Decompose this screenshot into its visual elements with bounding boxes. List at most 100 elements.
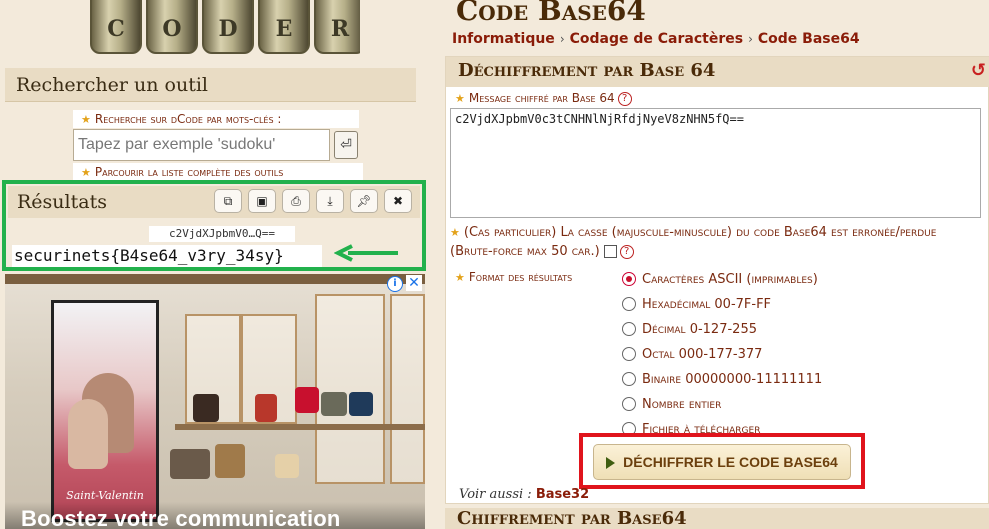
- ad-info-icon[interactable]: i: [387, 276, 403, 292]
- format-option-integer[interactable]: Nombre entier: [622, 393, 721, 415]
- poster-figure: [68, 399, 108, 469]
- shoe-display: [275, 454, 299, 478]
- see-also-link[interactable]: Base32: [536, 487, 589, 502]
- shelf: [175, 424, 425, 430]
- radio-button[interactable]: [622, 297, 636, 311]
- search-section-title: Rechercher un outil: [16, 74, 208, 96]
- format-option-label: Hexadécimal 00-7F-FF: [642, 296, 772, 312]
- format-option-label: Nombre entier: [642, 396, 722, 412]
- left-sidebar: C O D E R Rechercher un outil ★ Recherche…: [0, 0, 430, 529]
- logo-cylinder: D: [202, 0, 254, 54]
- case-option: ★ (Cas particulier) La casse (majuscule-m…: [450, 223, 980, 261]
- advertisement[interactable]: Saint-Valentin i ✕ Boostez votre communi…: [5, 274, 425, 529]
- decode-button-label: DÉCHIFFRER LE CODE BASE64: [623, 454, 838, 470]
- format-option-binary[interactable]: Binaire 00000000-11111111: [622, 368, 822, 390]
- browse-tools-link[interactable]: ★ Parcourir la liste complète des outils: [73, 163, 363, 181]
- breadcrumb-item[interactable]: Codage de Caractères: [570, 31, 743, 47]
- main-content: Code Base64 Informatique › Codage de Carac…: [440, 0, 989, 529]
- breadcrumb-item[interactable]: Code Base64: [758, 31, 860, 47]
- reset-icon[interactable]: ↺: [971, 60, 986, 81]
- breadcrumb-separator: ›: [748, 32, 753, 46]
- format-option-ascii[interactable]: Caractères ASCII (imprimables): [622, 268, 818, 290]
- decode-panel: Déchiffrement par Base 64 ↺ ★ Message chi…: [445, 56, 989, 504]
- message-label: ★ Message chiffré par Base 64?: [455, 91, 632, 106]
- breadcrumb: Informatique › Codage de Caractères › Code B…: [452, 31, 860, 47]
- star-icon: ★: [81, 166, 91, 179]
- handbag: [321, 392, 347, 416]
- green-arrow-annotation: [334, 244, 398, 262]
- search-section-header: Rechercher un outil: [5, 68, 416, 102]
- format-label: ★ Format des résultats: [455, 270, 572, 284]
- search-button[interactable]: ⏎: [334, 131, 358, 159]
- results-input-echo: c2VjdXJpbmV0…Q==: [149, 226, 295, 242]
- radio-button[interactable]: [622, 372, 636, 386]
- handbag: [349, 392, 373, 416]
- encode-panel-header: Chiffrement par Base64: [445, 508, 989, 529]
- copy-icon[interactable]: ⧉: [214, 189, 242, 213]
- logo-cylinder: R: [314, 0, 360, 54]
- download-icon[interactable]: ⤓: [316, 189, 344, 213]
- radio-button[interactable]: [622, 397, 636, 411]
- radio-button[interactable]: [622, 347, 636, 361]
- decode-panel-header: Déchiffrement par Base 64 ↺: [446, 57, 989, 87]
- handbag: [170, 449, 210, 479]
- play-icon: [606, 457, 616, 470]
- ad-poster: Saint-Valentin: [51, 300, 159, 522]
- format-option-label: Binaire 00000000-11111111: [642, 371, 823, 387]
- keyword-search-label: ★ Recherche sur dCode par mots-clés :: [73, 110, 359, 128]
- handbag: [295, 387, 319, 413]
- format-option-hex[interactable]: Hexadécimal 00-7F-FF: [622, 293, 771, 315]
- shelf: [5, 274, 425, 284]
- keyword-search-label-text: Recherche sur dCode par mots-clés :: [94, 112, 282, 126]
- shelf-cubby: [390, 294, 425, 484]
- ad-close-icon[interactable]: ✕: [406, 275, 422, 291]
- case-checkbox[interactable]: [603, 245, 617, 258]
- search-input[interactable]: [73, 129, 330, 161]
- format-label-text: Format des résultats: [468, 270, 573, 284]
- results-output[interactable]: securinets{B4se64_v3ry_34sy}: [12, 245, 322, 267]
- logo-cylinder: E: [258, 0, 310, 54]
- message-textarea[interactable]: c2VjdXJpbmV0c3tCNHNlNjRfdjNyeV8zNHN5fQ==: [450, 108, 981, 218]
- help-icon[interactable]: ?: [619, 244, 634, 259]
- enter-icon: ⏎: [340, 137, 352, 153]
- breadcrumb-separator: ›: [559, 32, 565, 46]
- radio-button[interactable]: [622, 272, 636, 286]
- format-option-octal[interactable]: Octal 000-177-377: [622, 343, 762, 365]
- page-title: Code Base64: [456, 0, 646, 27]
- results-header: Résultats ⧉ ▣ ⎙ ⤓ 📌︎ ✖: [8, 186, 420, 218]
- poster-caption: Saint-Valentin: [66, 489, 144, 502]
- format-option-label: Décimal 0-127-255: [642, 321, 757, 337]
- ad-headline[interactable]: Boostez votre communication: [21, 506, 341, 529]
- logo-cylinder: C: [90, 0, 142, 54]
- breadcrumb-item[interactable]: Informatique: [452, 31, 555, 47]
- results-toolbar: ⧉ ▣ ⎙ ⤓ 📌︎ ✖: [214, 189, 412, 213]
- message-label-text: Message chiffré par Base 64: [468, 91, 615, 105]
- case-label-text: (Cas particulier) La casse (majuscule-mi…: [450, 225, 937, 259]
- encode-panel-title: Chiffrement par Base64: [457, 508, 687, 529]
- browse-tools-label: Parcourir la liste complète des outils: [94, 165, 284, 179]
- help-icon[interactable]: ?: [617, 91, 632, 106]
- screenshot-icon[interactable]: ▣: [248, 189, 276, 213]
- decode-button[interactable]: DÉCHIFFRER LE CODE BASE64: [593, 444, 851, 480]
- handbag: [255, 394, 277, 422]
- handbag: [193, 394, 219, 422]
- results-highlight-box: Résultats ⧉ ▣ ⎙ ⤓ 📌︎ ✖ c2VjdXJpbmV0…Q== …: [2, 180, 426, 271]
- logo-cylinder: O: [146, 0, 198, 54]
- see-also-label: Voir aussi :: [459, 487, 532, 502]
- format-option-label: Octal 000-177-377: [642, 346, 763, 362]
- close-icon[interactable]: ✖: [384, 189, 412, 213]
- see-also: Voir aussi : Base32: [459, 487, 589, 502]
- radio-button[interactable]: [622, 322, 636, 336]
- handbag: [215, 444, 245, 478]
- star-icon: ★: [455, 271, 465, 284]
- shelf-cubby: [315, 294, 385, 484]
- decode-panel-title: Déchiffrement par Base 64: [458, 60, 716, 81]
- format-option-label: Caractères ASCII (imprimables): [642, 271, 818, 287]
- pin-icon[interactable]: 📌︎: [350, 189, 378, 213]
- star-icon: ★: [81, 113, 91, 126]
- print-icon[interactable]: ⎙: [282, 189, 310, 213]
- star-icon: ★: [450, 226, 460, 239]
- decode-button-highlight: DÉCHIFFRER LE CODE BASE64: [579, 433, 865, 489]
- format-option-decimal[interactable]: Décimal 0-127-255: [622, 318, 757, 340]
- dcode-logo[interactable]: C O D E R: [60, 0, 360, 64]
